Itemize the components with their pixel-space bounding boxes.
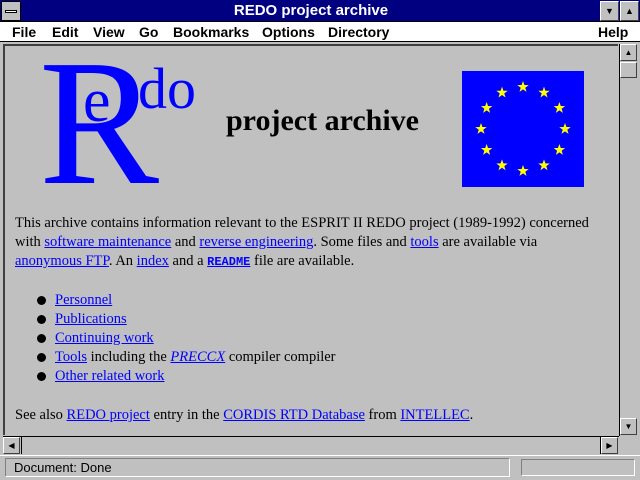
link-readme[interactable]: README <box>207 255 250 269</box>
scroll-up-button[interactable]: ▲ <box>620 44 637 61</box>
logo-letter-e: e <box>83 67 111 135</box>
menu-file[interactable]: File <box>12 23 36 41</box>
scroll-left-button[interactable]: ◀ <box>3 437 20 454</box>
menu-view[interactable]: View <box>93 23 125 41</box>
list-text: compiler compiler <box>225 349 336 365</box>
link-cordis-rtd-database[interactable]: CORDIS RTD Database <box>223 407 365 423</box>
see-also-text: from <box>364 407 401 423</box>
link-reverse-engineering[interactable]: reverse engineering <box>199 234 313 250</box>
link-intellec[interactable]: INTELLEC <box>400 407 469 423</box>
list-item: Personnel <box>15 291 336 310</box>
link-software-maintenance[interactable]: software maintenance <box>44 234 171 250</box>
link-redo-project[interactable]: REDO project <box>67 407 150 423</box>
horizontal-scroll-track[interactable] <box>21 437 601 454</box>
intro-text: and <box>171 234 200 250</box>
see-also-text: See also <box>15 407 67 423</box>
intro-text: . An <box>108 253 137 269</box>
scroll-right-icon: ▶ <box>606 441 613 450</box>
link-list: Personnel Publications Continuing work T… <box>15 291 336 386</box>
menu-go[interactable]: Go <box>139 23 158 41</box>
scroll-left-icon: ◀ <box>8 441 15 450</box>
document-view: R e do project archive This archive cont… <box>3 44 618 435</box>
link-tools[interactable]: tools <box>410 234 438 250</box>
eu-flag-image <box>462 71 584 187</box>
scroll-right-button[interactable]: ▶ <box>601 437 618 454</box>
menu-directory[interactable]: Directory <box>328 23 389 41</box>
status-bar: Document: Done <box>0 455 640 480</box>
scroll-down-icon: ▼ <box>624 422 633 431</box>
link-continuing-work[interactable]: Continuing work <box>55 330 154 346</box>
bullet-icon <box>37 315 46 324</box>
minimize-button[interactable]: ▼ <box>600 1 619 21</box>
bullet-icon <box>37 372 46 381</box>
system-menu-button[interactable] <box>1 1 21 21</box>
intro-text: file are available. <box>250 253 355 269</box>
link-anonymous-ftp[interactable]: anonymous FTP <box>15 253 109 269</box>
link-publications[interactable]: Publications <box>55 311 127 327</box>
horizontal-scrollbar[interactable]: ◀ ▶ <box>3 436 619 454</box>
system-menu-icon <box>5 10 17 13</box>
list-item: Publications <box>15 310 336 329</box>
bullet-icon <box>37 334 46 343</box>
page-title: project archive <box>226 104 419 137</box>
menu-bar: File Edit View Go Bookmarks Options Dire… <box>0 22 640 42</box>
link-index[interactable]: index <box>137 253 169 269</box>
title-bar: REDO project archive ▼ ▲ <box>0 0 640 22</box>
scroll-down-button[interactable]: ▼ <box>620 418 637 435</box>
see-also-paragraph: See also REDO project entry in the CORDI… <box>15 406 605 425</box>
status-text: Document: Done <box>5 458 510 477</box>
scroll-up-icon: ▲ <box>624 48 633 57</box>
vertical-scroll-thumb[interactable] <box>620 62 637 78</box>
menu-options[interactable]: Options <box>262 23 315 41</box>
progress-indicator <box>521 459 635 476</box>
maximize-button[interactable]: ▲ <box>620 1 639 21</box>
list-item: Tools including the PRECCX compiler comp… <box>15 348 336 367</box>
maximize-icon: ▲ <box>625 6 634 16</box>
window-title: REDO project archive <box>233 2 389 19</box>
intro-paragraph: This archive contains information releva… <box>15 214 605 272</box>
scrollbar-corner <box>619 436 637 454</box>
bullet-icon <box>37 296 46 305</box>
link-preccx[interactable]: PRECCX <box>170 349 225 365</box>
intro-text: are available via <box>438 234 538 250</box>
menu-help[interactable]: Help <box>598 23 628 41</box>
logo-letters-do: do <box>138 56 196 121</box>
see-also-text: entry in the <box>149 407 224 423</box>
menu-bookmarks[interactable]: Bookmarks <box>173 23 249 41</box>
vertical-scrollbar[interactable]: ▲ ▼ <box>619 44 637 436</box>
minimize-icon: ▼ <box>605 6 614 16</box>
list-item: Continuing work <box>15 329 336 348</box>
bullet-icon <box>37 353 46 362</box>
see-also-text: . <box>469 407 474 423</box>
link-other-related-work[interactable]: Other related work <box>55 368 165 384</box>
intro-text: and a <box>168 253 208 269</box>
link-personnel[interactable]: Personnel <box>55 292 112 308</box>
menu-edit[interactable]: Edit <box>52 23 78 41</box>
list-text: including the <box>87 349 171 365</box>
list-item: Other related work <box>15 367 336 386</box>
intro-text: . Some files and <box>313 234 411 250</box>
link-tools-list[interactable]: Tools <box>55 349 87 365</box>
